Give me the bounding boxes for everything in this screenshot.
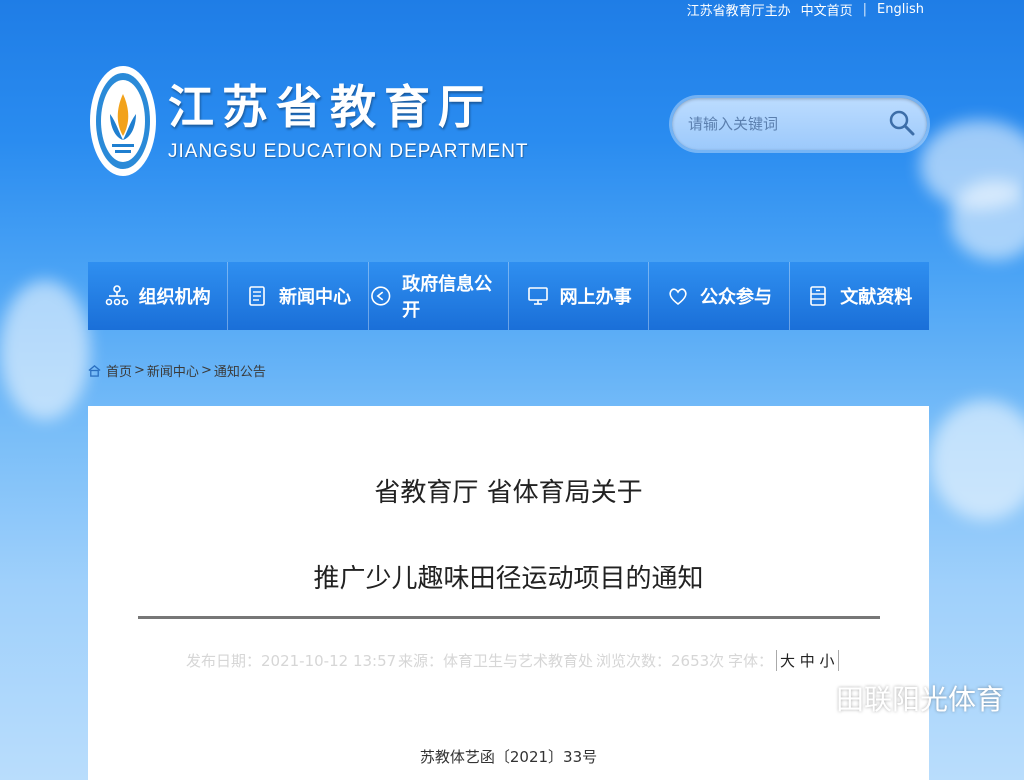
article-source: 来源：体育卫生与艺术教育处 [398,652,594,670]
document-icon [249,286,265,306]
monitor-icon [527,287,548,305]
nav-item-literature[interactable]: 文献资料 [790,262,929,330]
emblem-icon [88,64,158,178]
cloud-decoration [0,280,90,420]
article-title-line2: 推广少儿趣味田径运动项目的通知 [313,564,704,594]
nav-item-news[interactable]: 新闻中心 [228,262,369,330]
search-input[interactable] [686,114,890,134]
play-circle-icon [370,286,391,306]
cloud-decoration [950,180,1024,260]
org-chart-icon [105,285,128,306]
nav-item-organization[interactable]: 组织机构 [88,262,229,330]
wechat-icon [791,683,829,712]
main-nav: 组织机构 新闻中心 政府信息公开 网上办事 公众参与 文献资料 [88,262,929,330]
home-link[interactable]: 中文首页 [801,0,853,19]
nav-item-public-participation[interactable]: 公众参与 [649,262,790,330]
site-logo[interactable]: 江苏省教育厅 JIANGSU EDUCATION DEPARTMENT [88,64,529,178]
logo-english-name: JIANGSU EDUCATION DEPARTMENT [168,141,529,162]
breadcrumb-current[interactable]: 通知公告 [214,361,266,380]
document-number: 苏教体艺函〔2021〕33号 [419,748,598,766]
archive-icon [810,286,827,306]
view-count: 浏览次数：2653次 [596,652,725,670]
font-size-options[interactable]: 大 中 小 [776,650,839,671]
breadcrumb: 首页 > 新闻中心 > 通知公告 [88,361,266,380]
publish-date: 发布日期：2021-10-12 13:57 [186,652,397,670]
heart-icon [669,288,687,306]
breadcrumb-home[interactable]: 首页 [106,361,132,380]
title-divider [138,616,880,619]
nav-label: 文献资料 [840,287,913,308]
cloud-decoration [930,400,1024,520]
article-title-line1: 省教育厅 省体育局关于 [374,478,643,508]
nav-label: 组织机构 [138,287,211,308]
nav-item-gov-info[interactable]: 政府信息公开 [369,262,509,330]
top-links-separator: | [862,1,868,17]
wechat-watermark: 田联阳光体育 [790,678,1004,718]
breadcrumb-separator: > [200,363,212,378]
nav-label: 新闻中心 [278,287,351,308]
breadcrumb-news[interactable]: 新闻中心 [147,361,199,380]
search-icon[interactable] [887,108,917,138]
logo-chinese-name: 江苏省教育厅 [168,80,492,134]
nav-label: 网上办事 [559,287,632,308]
home-icon [88,364,101,377]
search-box [672,98,927,150]
nav-item-online-service[interactable]: 网上办事 [509,262,650,330]
article-panel: 省教育厅 省体育局关于 推广少儿趣味田径运动项目的通知 发布日期：2021-10… [88,406,929,780]
watermark-text: 田联阳光体育 [836,683,1005,716]
top-links: 江苏省教育厅主办 中文首页 | English [686,0,924,19]
breadcrumb-separator: > [134,363,145,378]
english-link[interactable]: English [877,2,924,17]
nav-label: 政府信息公开 [402,274,493,321]
host-label: 江苏省教育厅主办 [686,3,791,19]
nav-label: 公众参与 [699,287,772,308]
font-size-label: 字体： [728,652,774,670]
